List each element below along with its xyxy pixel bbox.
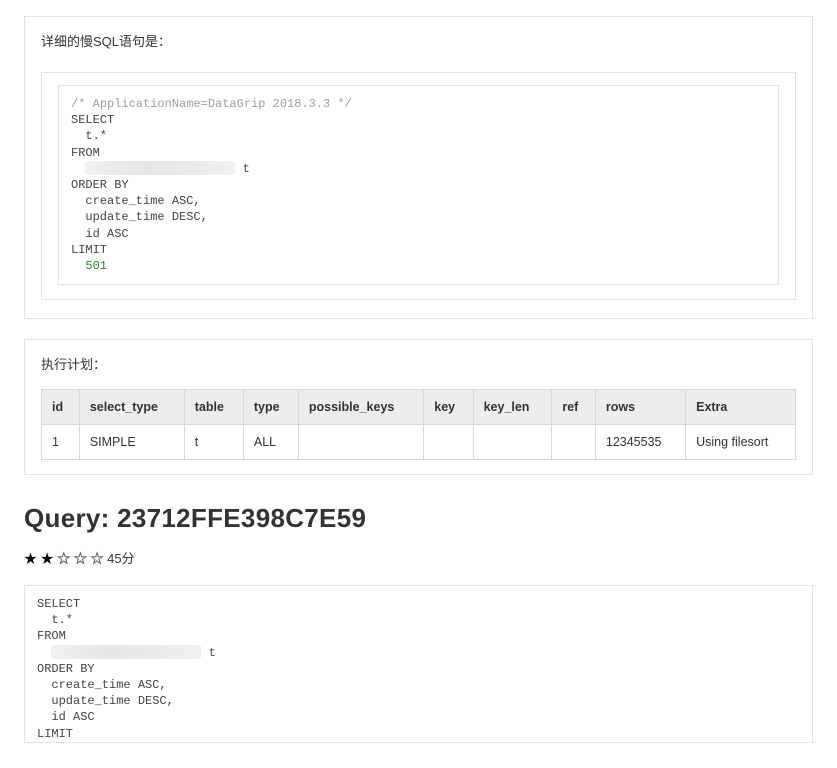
- order-item-2: id ASC: [71, 227, 129, 241]
- table-header-row: id select_type table type possible_keys …: [42, 390, 796, 425]
- td-key: [424, 425, 473, 460]
- table-row: 1 SIMPLE t ALL 12345535 Using filesort: [42, 425, 796, 460]
- td-id: 1: [42, 425, 80, 460]
- code-inner-box: /* ApplicationName=DataGrip 2018.3.3 */ …: [58, 85, 779, 285]
- kw-limit-2: LIMIT: [37, 727, 73, 741]
- sql-cols: t.*: [71, 129, 107, 143]
- order-item-b0: create_time ASC,: [37, 678, 167, 692]
- code-outer-box: /* ApplicationName=DataGrip 2018.3.3 */ …: [41, 72, 796, 300]
- exec-plan-title: 执行计划：: [41, 354, 796, 373]
- th-key-len: key_len: [473, 390, 552, 425]
- order-item-1: update_time DESC,: [71, 210, 208, 224]
- exec-plan-panel: 执行计划： id select_type table type possible…: [24, 339, 813, 475]
- limit-val: 501: [71, 259, 107, 273]
- td-rows: 12345535: [595, 425, 685, 460]
- sql-cols-2: t.*: [37, 613, 73, 627]
- sql-comment: /* ApplicationName=DataGrip 2018.3.3 */: [71, 97, 352, 111]
- kw-orderby-2: ORDER BY: [37, 662, 95, 676]
- order-item-b2: id ASC: [37, 710, 95, 724]
- kw-from: FROM: [71, 146, 100, 160]
- kw-select-2: SELECT: [37, 597, 80, 611]
- th-rows: rows: [595, 390, 685, 425]
- exec-plan-table: id select_type table type possible_keys …: [41, 389, 796, 460]
- th-extra: Extra: [686, 390, 796, 425]
- code-bottom-box: SELECT t.* FROM t ORDER BY create_time A…: [24, 585, 813, 743]
- order-item-b1: update_time DESC,: [37, 694, 174, 708]
- kw-limit: LIMIT: [71, 243, 107, 257]
- rating: ★ ★ ☆ ☆ ☆ 45分: [24, 548, 813, 567]
- star-empty-icon: ☆ ☆ ☆: [57, 551, 103, 566]
- redacted-table-bottom: [51, 645, 201, 659]
- query-heading: Query: 23712FFE398C7E59: [24, 503, 813, 534]
- td-ref: [552, 425, 596, 460]
- th-ref: ref: [552, 390, 596, 425]
- kw-orderby: ORDER BY: [71, 178, 129, 192]
- th-id: id: [42, 390, 80, 425]
- th-select-type: select_type: [79, 390, 184, 425]
- th-table: table: [184, 390, 243, 425]
- sql-code-bottom: SELECT t.* FROM t ORDER BY create_time A…: [37, 596, 800, 742]
- redacted-table-top: [85, 161, 235, 175]
- sql-code-top: /* ApplicationName=DataGrip 2018.3.3 */ …: [71, 96, 766, 274]
- rating-score: 45分: [103, 551, 134, 566]
- td-extra: Using filesort: [686, 425, 796, 460]
- kw-from-2: FROM: [37, 629, 66, 643]
- star-filled-icon: ★ ★: [24, 551, 54, 566]
- slow-sql-title: 详细的慢SQL语句是：: [41, 31, 796, 50]
- kw-select: SELECT: [71, 113, 114, 127]
- from-alias: t: [235, 162, 249, 176]
- th-key: key: [424, 390, 473, 425]
- th-type: type: [243, 390, 298, 425]
- td-type: ALL: [243, 425, 298, 460]
- slow-sql-panel: 详细的慢SQL语句是： /* ApplicationName=DataGrip …: [24, 16, 813, 319]
- th-possible-keys: possible_keys: [298, 390, 423, 425]
- td-table: t: [184, 425, 243, 460]
- order-item-0: create_time ASC,: [71, 194, 201, 208]
- td-select-type: SIMPLE: [79, 425, 184, 460]
- from-alias-2: t: [201, 646, 215, 660]
- td-possible-keys: [298, 425, 423, 460]
- td-key-len: [473, 425, 552, 460]
